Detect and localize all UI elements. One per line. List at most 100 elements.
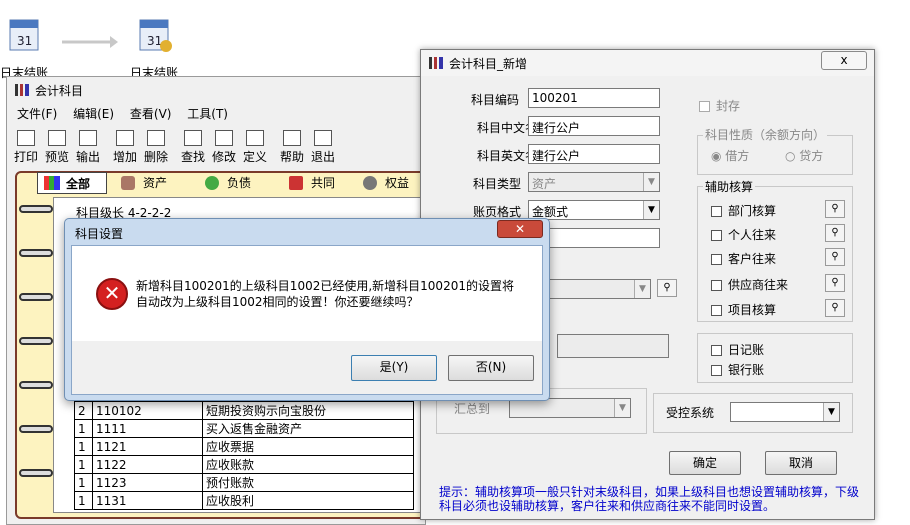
dialog-message: 新增科目100201的上级科目1002已经使用,新增科目100201的设置将自动… [136,279,514,309]
binder-rings [19,193,55,513]
help-icon [283,130,301,146]
add-button[interactable]: 增加 [110,127,140,165]
tab-common[interactable]: 共同 [283,172,361,194]
svg-text:31: 31 [147,34,162,48]
menu-tools[interactable]: 工具(T) [187,107,228,121]
tip-text: 提示：辅助核算项一般只针对末级科目，如果上级科目也想设置辅助核算，下级科目必须也… [439,485,860,513]
control-select[interactable]: ▼ [730,402,840,422]
modify-icon [215,130,233,146]
tab-equity[interactable]: 权益 [357,172,429,194]
tab-assets[interactable]: 资产 [115,172,193,194]
delete-button[interactable]: 删除 [141,127,171,165]
ledger-select[interactable]: 金额式 ▼ [528,200,660,220]
menu-file[interactable]: 文件(F) [17,107,57,121]
add-icon [116,130,134,146]
search-icon[interactable]: ⚲ [825,248,845,266]
en-name-field[interactable]: 建行公户 [528,144,660,164]
checkbox-icon [711,305,722,316]
disabled-field [557,334,669,358]
common-icon [289,176,303,190]
dialog-close-button[interactable]: ✕ [497,220,543,238]
print-button[interactable]: 打印 [11,127,41,165]
dialog-title: 科目设置 [75,227,124,241]
calendar-icon[interactable]: 31 [134,14,174,54]
search-icon[interactable]: ⚲ [825,200,845,218]
checkbox-icon [711,345,722,356]
bank-checkbox[interactable]: 银行账 [711,361,764,378]
main-window-title: 会计科目 [35,83,84,98]
aux-item-department[interactable]: 部门核算 [711,202,776,219]
aux-item-personal[interactable]: 个人往来 [711,226,776,243]
search-icon[interactable]: ⚲ [825,299,845,317]
search-icon[interactable]: ⚲ [657,279,677,297]
summary-select[interactable]: ▼ [509,398,631,418]
code-field[interactable]: 100201 [528,88,660,108]
exit-button[interactable]: 退出 [308,127,338,165]
delete-icon [147,130,165,146]
chevron-down-icon: ▼ [643,173,659,191]
table-row[interactable]: 1 1123 预付账款 [74,473,414,492]
svg-text:31: 31 [17,34,32,48]
preview-icon [48,130,66,146]
checkbox-icon [711,230,722,241]
palette-icon [44,176,60,190]
define-button[interactable]: 定义 [240,127,270,165]
menu-view[interactable]: 查看(V) [130,107,172,121]
printer-icon [17,130,35,146]
code-label: 科目编码 [470,93,519,107]
journal-checkbox[interactable]: 日记账 [711,341,764,358]
debit-radio[interactable]: ◉ 借方 [711,147,749,164]
table-row[interactable]: 1 1131 应收股利 [74,491,414,510]
chevron-down-icon: ▼ [643,201,659,219]
find-icon [184,130,202,146]
cn-name-field[interactable]: 建行公户 [528,116,660,136]
close-button[interactable]: x [821,51,867,70]
table-row[interactable]: 1 1111 买入返售金融资产 [74,419,414,438]
aux-item-supplier[interactable]: 供应商往来 [711,276,788,293]
table-row[interactable]: 2 110102 短期投资购示向宝股份 [74,401,414,420]
no-button[interactable]: 否(N) [448,355,534,381]
export-button[interactable]: 输出 [73,127,103,165]
help-button[interactable]: 帮助 [277,127,307,165]
sealed-checkbox[interactable]: 封存 [699,97,740,114]
liabilities-icon [205,176,219,190]
close-icon: x [840,53,848,67]
type-select[interactable]: 资产 ▼ [528,172,660,192]
error-icon: ✕ [96,278,128,310]
menu-bar: 文件(F) 编辑(E) 查看(V) 工具(T) [17,105,240,122]
credit-radio[interactable]: ○ 贷方 [785,147,823,164]
aux-item-project[interactable]: 项目核算 [711,301,776,318]
yes-button[interactable]: 是(Y) [351,355,437,381]
checkbox-icon [711,254,722,265]
app-icon [429,57,443,69]
tab-liabilities[interactable]: 负债 [199,172,277,194]
add-window-titlebar[interactable]: 会计科目_新增 [421,50,874,76]
preview-button[interactable]: 预览 [42,127,72,165]
menu-edit[interactable]: 编辑(E) [73,107,114,121]
confirm-dialog: 科目设置 ✕ ✕ 新增科目100201的上级科目1002已经使用,新增科目100… [64,218,550,401]
toolbar: 打印 预览 输出 增加 删除 查找 修改 定义 帮助 退出 [11,127,338,165]
accounts-table: 2 110102 短期投资购示向宝股份 1 1111 买入返售金融资产 1 1121 应收票… [74,401,414,510]
chevron-down-icon: ▼ [634,280,650,298]
tab-all[interactable]: 全部 [37,172,107,194]
wand-icon [246,130,264,146]
arrow-right-icon [60,35,120,52]
checkbox-icon [699,101,710,112]
find-button[interactable]: 查找 [178,127,208,165]
ok-button[interactable]: 确定 [669,451,741,475]
app-icon [15,84,29,96]
table-row[interactable]: 1 1121 应收票据 [74,437,414,456]
table-row[interactable]: 1 1122 应收账款 [74,455,414,474]
cancel-button[interactable]: 取消 [765,451,837,475]
aux-item-customer[interactable]: 客户往来 [711,250,776,267]
main-window-titlebar[interactable]: 会计科目 [7,77,425,103]
tab-strip: 全部 资产 负债 共同 权益 [37,172,429,194]
export-icon [79,130,97,146]
type-label: 科目类型 [472,177,521,191]
aux-title: 辅助核算 [703,178,756,195]
modify-button[interactable]: 修改 [209,127,239,165]
search-icon[interactable]: ⚲ [825,224,845,242]
search-icon[interactable]: ⚲ [825,274,845,292]
chevron-down-icon: ▼ [614,399,630,417]
calendar-icon[interactable]: 31 [4,14,44,54]
